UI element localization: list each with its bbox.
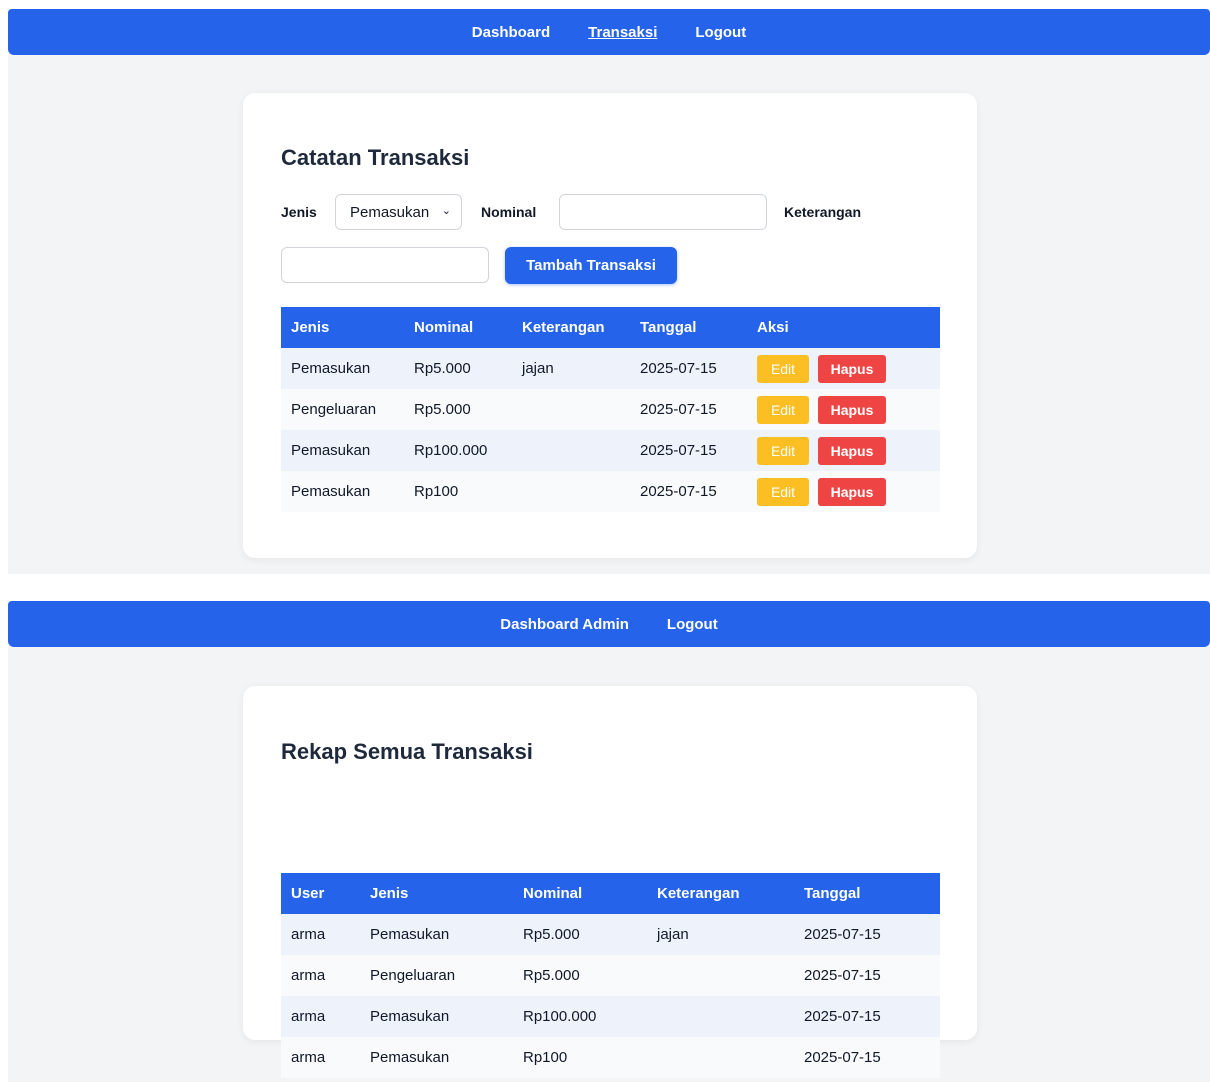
column-header-jenis: Jenis bbox=[291, 319, 330, 336]
column-header-nominal: Nominal bbox=[523, 885, 583, 902]
cell-nominal: Rp100 bbox=[523, 1049, 568, 1066]
delete-button[interactable]: Hapus bbox=[818, 395, 886, 424]
nav-link-logout[interactable]: Logout bbox=[667, 616, 718, 633]
admin-recap-panel: Dashboard Admin Logout Rekap Semua Trans… bbox=[8, 601, 1210, 1082]
cell-aksi: Edit Hapus bbox=[747, 389, 940, 430]
table-row: arma Pengeluaran Rp5.000 2025-07-15 bbox=[281, 955, 940, 996]
cell-tanggal: 2025-07-15 bbox=[640, 442, 717, 459]
page-title: Catatan Transaksi bbox=[281, 145, 470, 170]
cell-jenis: Pengeluaran bbox=[291, 401, 377, 418]
edit-button[interactable]: Edit bbox=[757, 436, 809, 465]
table-header-row: User Jenis Nominal Keterangan Tanggal bbox=[281, 873, 940, 914]
keterangan-input[interactable] bbox=[281, 247, 489, 283]
nav-link-logout[interactable]: Logout bbox=[695, 24, 746, 41]
table-row: arma Pemasukan Rp100 2025-07-15 bbox=[281, 1037, 940, 1078]
column-header-nominal: Nominal bbox=[414, 319, 474, 336]
cell-keterangan bbox=[647, 996, 794, 1037]
user-navbar: Dashboard Transaksi Logout bbox=[8, 9, 1210, 55]
cell-keterangan: jajan bbox=[522, 360, 554, 377]
add-transaction-button[interactable]: Tambah Transaksi bbox=[505, 247, 677, 284]
cell-tanggal: 2025-07-15 bbox=[640, 401, 717, 418]
admin-navbar: Dashboard Admin Logout bbox=[8, 601, 1210, 647]
cell-jenis: Pengeluaran bbox=[370, 967, 456, 984]
chevron-down-icon: ⌄ bbox=[441, 205, 451, 217]
table-row: Pemasukan Rp100 2025-07-15 Edit Hapus bbox=[281, 471, 940, 512]
table-row: arma Pemasukan Rp5.000 jajan 2025-07-15 bbox=[281, 914, 940, 955]
cell-tanggal: 2025-07-15 bbox=[804, 1008, 881, 1025]
transaction-card: Catatan Transaksi Jenis Pemasukan ⌄ Nomi… bbox=[243, 93, 977, 558]
user-transactions-panel: Dashboard Transaksi Logout Catatan Trans… bbox=[8, 9, 1210, 574]
jenis-select-value: Pemasukan bbox=[350, 203, 430, 221]
recap-table: User Jenis Nominal Keterangan Tanggal ar… bbox=[281, 873, 940, 1078]
cell-jenis: Pemasukan bbox=[291, 483, 371, 500]
cell-nominal: Rp100 bbox=[414, 483, 459, 500]
nav-link-transaksi[interactable]: Transaksi bbox=[588, 24, 657, 41]
cell-user: arma bbox=[291, 967, 326, 984]
delete-button[interactable]: Hapus bbox=[818, 436, 886, 465]
delete-button[interactable]: Hapus bbox=[818, 477, 886, 506]
cell-aksi: Edit Hapus bbox=[747, 430, 940, 471]
cell-jenis: Pemasukan bbox=[291, 360, 371, 377]
cell-keterangan bbox=[512, 471, 630, 512]
edit-button[interactable]: Edit bbox=[757, 395, 809, 424]
cell-keterangan bbox=[512, 430, 630, 471]
column-header-keterangan: Keterangan bbox=[522, 319, 605, 336]
cell-jenis: Pemasukan bbox=[370, 926, 450, 943]
nav-link-dashboard-admin[interactable]: Dashboard Admin bbox=[500, 616, 629, 633]
column-header-aksi: Aksi bbox=[757, 319, 789, 336]
keterangan-label: Keterangan bbox=[784, 204, 862, 220]
cell-tanggal: 2025-07-15 bbox=[640, 483, 717, 500]
cell-tanggal: 2025-07-15 bbox=[804, 926, 881, 943]
cell-keterangan bbox=[512, 389, 630, 430]
column-header-user: User bbox=[291, 885, 325, 902]
table-row: Pemasukan Rp100.000 2025-07-15 Edit Hapus bbox=[281, 430, 940, 471]
edit-button[interactable]: Edit bbox=[757, 354, 809, 383]
jenis-label: Jenis bbox=[281, 204, 317, 220]
cell-jenis: Pemasukan bbox=[291, 442, 371, 459]
cell-user: arma bbox=[291, 926, 326, 943]
cell-aksi: Edit Hapus bbox=[747, 348, 940, 389]
cell-aksi: Edit Hapus bbox=[747, 471, 940, 512]
cell-nominal: Rp100.000 bbox=[523, 1008, 597, 1025]
column-header-keterangan: Keterangan bbox=[657, 885, 740, 902]
delete-button[interactable]: Hapus bbox=[818, 354, 886, 383]
cell-keterangan bbox=[647, 1037, 794, 1078]
jenis-select[interactable]: Pemasukan ⌄ bbox=[335, 194, 462, 230]
cell-nominal: Rp5.000 bbox=[414, 401, 471, 418]
cell-tanggal: 2025-07-15 bbox=[804, 1049, 881, 1066]
cell-keterangan: jajan bbox=[657, 926, 689, 943]
nominal-input[interactable] bbox=[559, 194, 767, 230]
recap-card: Rekap Semua Transaksi User Jenis Nominal… bbox=[243, 686, 977, 1078]
page-title: Rekap Semua Transaksi bbox=[281, 739, 533, 764]
cell-keterangan bbox=[647, 955, 794, 996]
cell-nominal: Rp5.000 bbox=[523, 926, 580, 943]
cell-user: arma bbox=[291, 1008, 326, 1025]
cell-nominal: Rp5.000 bbox=[523, 967, 580, 984]
table-header-row: Jenis Nominal Keterangan Tanggal Aksi bbox=[281, 307, 940, 348]
transaction-table: Jenis Nominal Keterangan Tanggal Aksi Pe… bbox=[281, 307, 940, 512]
column-header-tanggal: Tanggal bbox=[804, 885, 861, 902]
nominal-label: Nominal bbox=[481, 204, 537, 220]
table-row: Pemasukan Rp5.000 jajan 2025-07-15 Edit H… bbox=[281, 348, 940, 389]
cell-nominal: Rp100.000 bbox=[414, 442, 488, 459]
cell-jenis: Pemasukan bbox=[370, 1049, 450, 1066]
cell-tanggal: 2025-07-15 bbox=[640, 360, 717, 377]
edit-button[interactable]: Edit bbox=[757, 477, 809, 506]
cell-tanggal: 2025-07-15 bbox=[804, 967, 881, 984]
cell-nominal: Rp5.000 bbox=[414, 360, 471, 377]
table-row: arma Pemasukan Rp100.000 2025-07-15 bbox=[281, 996, 940, 1037]
column-header-jenis: Jenis bbox=[370, 885, 409, 902]
nav-link-dashboard[interactable]: Dashboard bbox=[472, 24, 550, 41]
column-header-tanggal: Tanggal bbox=[640, 319, 697, 336]
cell-jenis: Pemasukan bbox=[370, 1008, 450, 1025]
cell-user: arma bbox=[291, 1049, 326, 1066]
table-row: Pengeluaran Rp5.000 2025-07-15 Edit Hapus bbox=[281, 389, 940, 430]
